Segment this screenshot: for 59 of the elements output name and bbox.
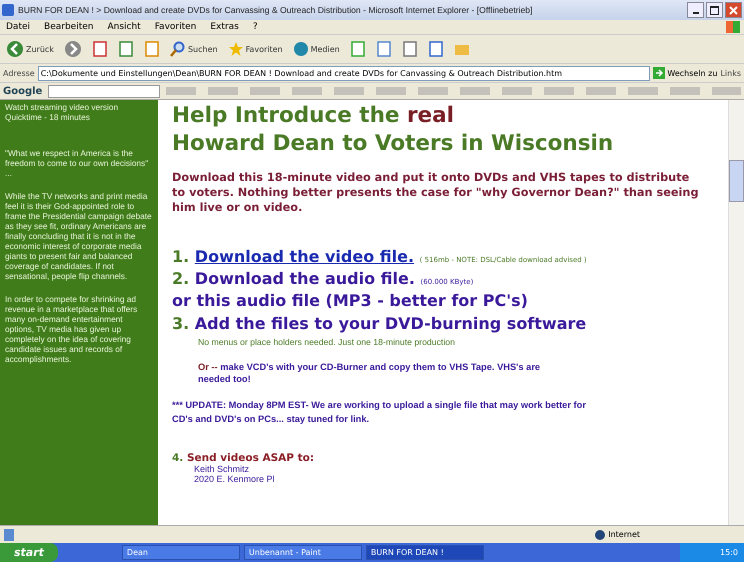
- address-line: Keith Schmitz: [194, 464, 250, 474]
- globe-icon: [595, 530, 606, 540]
- step-item: 4. Send videos ASAP to:: [172, 452, 316, 464]
- page-icon: [350, 41, 366, 57]
- star-icon: [228, 41, 244, 57]
- sidebar-text: In order to compete for shrinking ad revenue in a marketplace that offers many on-demand entertainment options, TV media has given up completely on the idea of covering candidate issues and records of accomplishments.: [5, 294, 138, 364]
- browser-icon: [2, 4, 14, 16]
- arrow-icon: [653, 67, 666, 79]
- page-heading: Help Introduce the real Howard Dean to Voters in Wisconsin: [172, 102, 614, 158]
- menu-item[interactable]: Bearbeiten: [44, 22, 94, 32]
- window-title: BURN FOR DEAN ! > Download and create DVDs for Canvassing & Outreach Distribution - Microsoft Internet Explorer - [Offlinebetrieb]: [18, 5, 534, 15]
- menu-item[interactable]: Extras: [210, 22, 239, 32]
- windows-logo-icon: [726, 21, 740, 33]
- menu-item[interactable]: Ansicht: [107, 22, 141, 32]
- step-item: 3. Add the files to your DVD-burning software: [172, 312, 588, 335]
- update-text: *** UPDATE: Monday 8PM EST- We are working to upload a single file that may work better for CD's and DVD's on PCs... stay tuned for link.: [172, 399, 587, 426]
- close-button[interactable]: [725, 2, 742, 18]
- scrollbar[interactable]: [728, 100, 744, 525]
- hint-text: No menus or place holders needed. Just one 18-minute production: [198, 337, 456, 348]
- zone-text: Internet: [595, 530, 640, 540]
- folder-icon: [454, 42, 470, 56]
- menu-item[interactable]: ?: [252, 22, 258, 32]
- sidebar-text: Watch streaming video version Quicktime - 18 minutes: [5, 102, 120, 122]
- toolbar-button[interactable]: Zurück: [4, 40, 56, 58]
- taskbar-button[interactable]: BURN FOR DEAN !: [366, 545, 484, 560]
- intro-text: Download this 18-minute video and put it onto DVDs and VHS tapes to distribute to voters. Nothing better presents the case for "why Governor Dean?" than seeing him live or on video.: [172, 170, 700, 216]
- taskbar-button[interactable]: Unbenannt - Paint: [244, 545, 362, 560]
- page-icon: [118, 41, 134, 57]
- start-button[interactable]: start: [0, 543, 58, 562]
- step-item: or this audio file (MP3 - better for PC's): [172, 290, 529, 312]
- menu-item[interactable]: Datei: [6, 22, 30, 32]
- address-line: 2020 E. Kenmore Pl: [194, 474, 276, 484]
- maximize-button[interactable]: [706, 2, 723, 18]
- minimize-button[interactable]: [687, 2, 704, 18]
- menu-item[interactable]: Favoriten: [154, 22, 196, 32]
- page-icon: [428, 41, 444, 57]
- search-brand: Google: [3, 86, 42, 96]
- sidebar-text: "What we respect in America is the freedom to come to our own decisions" ...: [5, 148, 150, 179]
- toolbar-button[interactable]: Favoriten: [226, 41, 285, 57]
- taskbar-button[interactable]: Dean: [122, 545, 240, 560]
- sidebar-text: While the TV networks and print media feel it is their God-appointed role to frame the Presidential campaign debate as they see fit, ordinary Americans are finally concluding that it is not in the economic interest of corporate media giants to present fair and balanced coverage of candidates. If not sensational, people flip channels.: [5, 190, 153, 282]
- links-button[interactable]: Links: [720, 68, 741, 78]
- close-icon: [729, 6, 738, 14]
- toolbar-button[interactable]: Suchen: [168, 41, 220, 57]
- vcd-text: Or -- make VCD's with your CD-Burner and copy them to VHS Tape. VHS's are needed too!: [198, 361, 542, 386]
- page-icon: [92, 41, 108, 57]
- video-link[interactable]: Download the video file.: [194, 246, 414, 266]
- page-icon: [376, 41, 392, 57]
- search-field[interactable]: [48, 84, 160, 98]
- page-icon: [4, 528, 14, 540]
- page-icon: [402, 41, 418, 57]
- globe-icon: [292, 41, 309, 57]
- page-icon: [144, 41, 160, 57]
- toolbar-button[interactable]: Medien: [290, 41, 342, 57]
- go-button[interactable]: Wechseln zu: [653, 67, 718, 79]
- address-field[interactable]: C:\Dokumente und Einstellungen\Dean\BURN FOR DEAN ! Download and create DVDs for Canvassing & Outreach Distribution.htm: [38, 66, 650, 80]
- clock: 15:0: [680, 543, 744, 562]
- search-icon: [170, 41, 186, 57]
- address-label: Adresse: [3, 68, 35, 78]
